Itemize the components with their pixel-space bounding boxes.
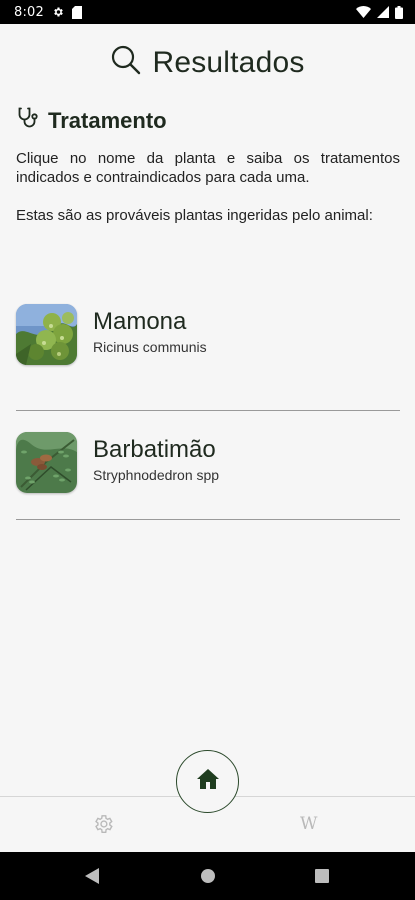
section-subdescription: Estas são as prováveis plantas ingeridas… <box>16 207 373 224</box>
stethoscope-icon <box>16 106 40 135</box>
wiki-button[interactable]: W <box>300 814 317 834</box>
recent-apps-icon[interactable] <box>315 869 329 888</box>
status-bar: 8:02 <box>0 0 415 24</box>
battery-icon <box>395 5 403 19</box>
home-icon <box>196 769 219 794</box>
settings-button[interactable] <box>92 813 114 840</box>
system-home-icon[interactable] <box>201 869 215 888</box>
plant-item-mamona[interactable]: Mamona Ricinus communis <box>16 302 400 411</box>
page-header: Resultados <box>0 44 415 81</box>
page-title: Resultados <box>152 45 305 79</box>
section-description: Clique no nome da planta e saiba os trat… <box>16 150 400 186</box>
signal-icon <box>377 6 389 18</box>
plant-name[interactable]: Barbatimão <box>93 436 219 464</box>
plant-name[interactable]: Mamona <box>93 308 207 336</box>
plant-item-barbatimao[interactable]: Barbatimão Stryphnodedron spp <box>16 411 400 520</box>
home-button[interactable] <box>176 750 239 813</box>
plant-scientific-name: Stryphnodedron spp <box>93 467 220 483</box>
section-title: Tratamento <box>48 107 167 133</box>
gear-icon <box>52 6 64 18</box>
status-time: 8:02 <box>14 4 44 20</box>
plant-scientific-name: Ricinus communis <box>93 339 207 355</box>
mamona-photo <box>16 304 77 365</box>
system-navigation-bar <box>0 852 415 900</box>
treatment-section: Tratamento Clique no nome da planta e sa… <box>16 106 400 225</box>
barbatimao-photo <box>16 432 77 493</box>
plant-list: Mamona Ricinus communis Barbatimão Stryp… <box>16 302 400 520</box>
back-icon[interactable] <box>85 868 99 889</box>
search-icon <box>110 44 142 81</box>
wifi-icon <box>356 6 371 18</box>
sd-card-icon <box>72 5 82 19</box>
gear-icon <box>95 815 113 833</box>
